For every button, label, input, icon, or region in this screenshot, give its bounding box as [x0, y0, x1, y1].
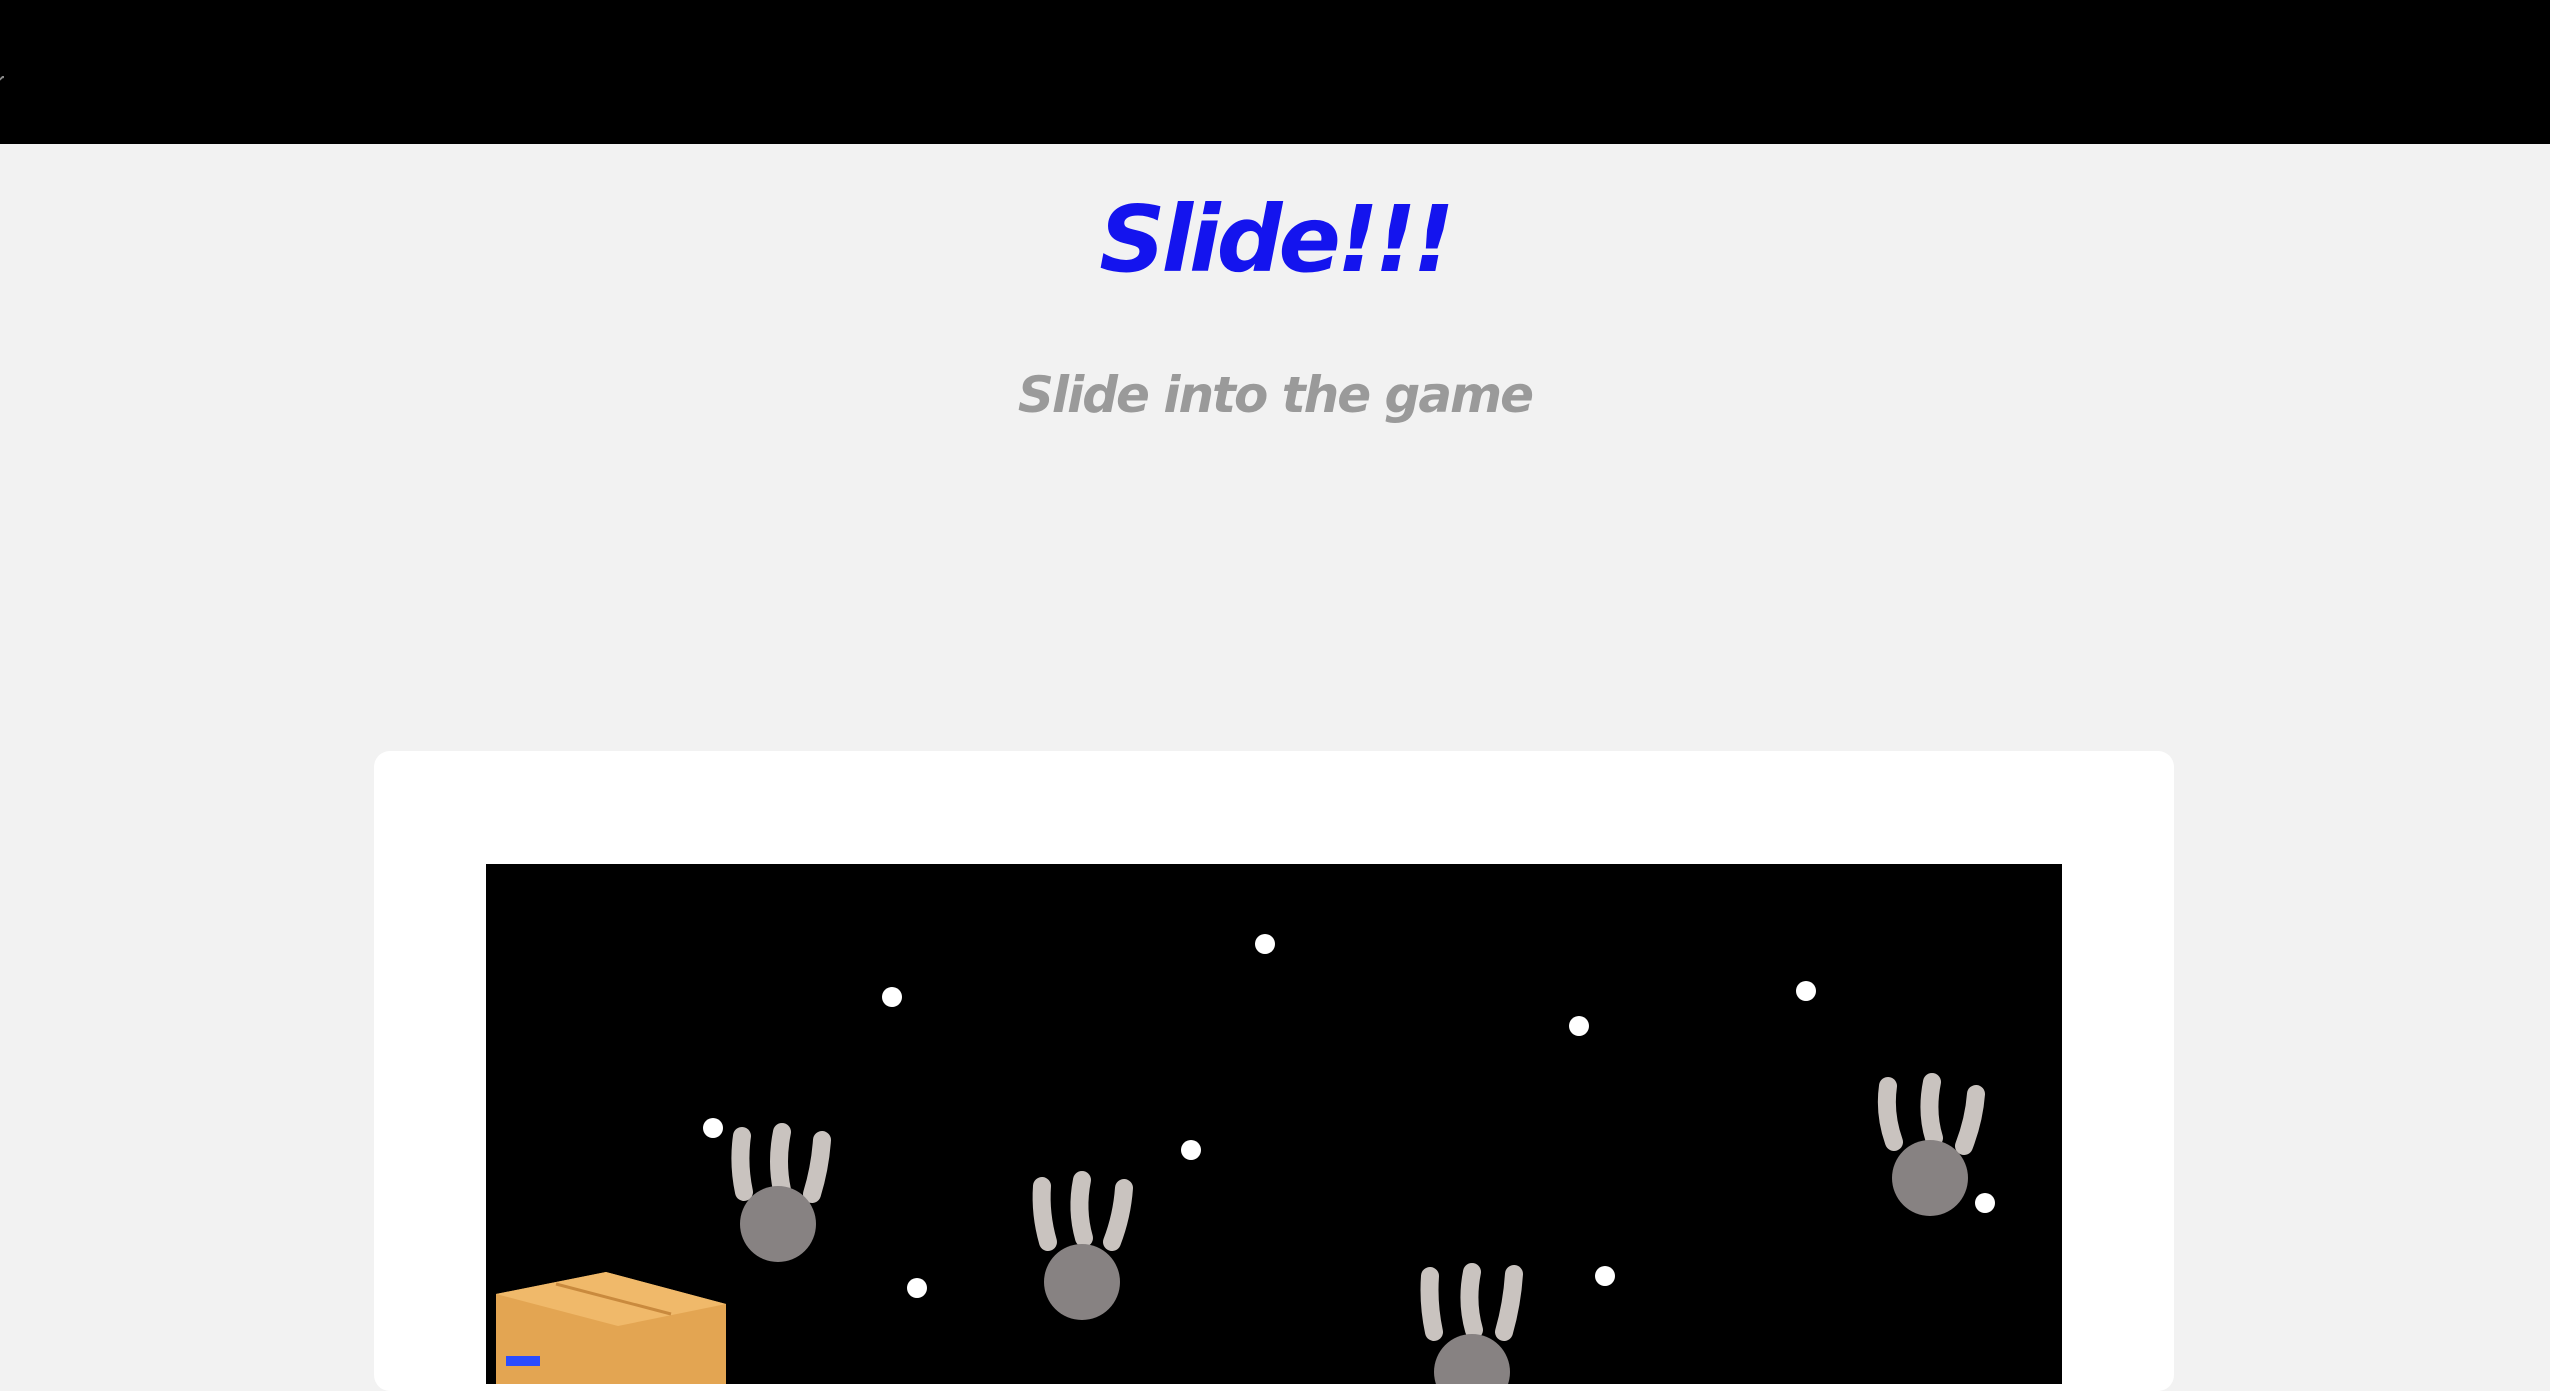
star-sprite [1796, 981, 1816, 1001]
star-sprite [1595, 1266, 1615, 1286]
creature-sprite [1032, 1171, 1133, 1320]
star-sprite [703, 1118, 723, 1138]
star-sprite [1569, 1016, 1589, 1036]
star-sprite [907, 1278, 927, 1298]
creature-sprite [1877, 1073, 1985, 1216]
page-title: Slide!!! [1099, 186, 1454, 293]
star-sprite [1975, 1193, 1995, 1213]
game-card [374, 751, 2174, 1391]
game-canvas[interactable] [486, 864, 2062, 1384]
creature-sprite [1420, 1263, 1523, 1384]
creature-sprite [731, 1123, 831, 1262]
star-sprite [1255, 934, 1275, 954]
star-sprite [1181, 1140, 1201, 1160]
star-sprite [882, 987, 902, 1007]
page-subtitle: Slide into the game [1017, 366, 1534, 424]
player-box-sprite [496, 1272, 726, 1384]
game-scene [496, 934, 1995, 1384]
top-navigation-bar: ^ [0, 0, 2550, 144]
menu-edge-glyph[interactable]: ^ [0, 74, 4, 98]
